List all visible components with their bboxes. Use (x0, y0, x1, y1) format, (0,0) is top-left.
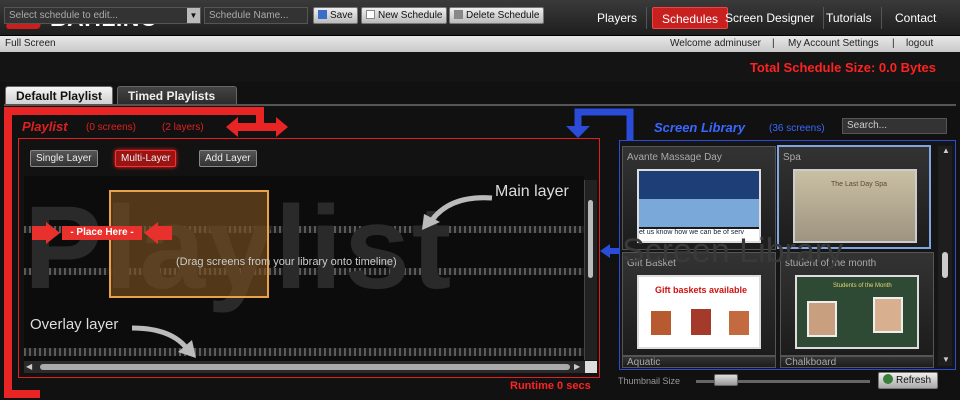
schedule-select[interactable]: Select schedule to edit... ▼ (4, 7, 201, 24)
sub-bar: Full Screen Welcome adminuser | My Accou… (0, 36, 960, 52)
delete-icon (454, 10, 463, 19)
scroll-left-icon[interactable]: ◀ (26, 362, 36, 372)
thumbnail-size-label: Thumbnail Size (618, 376, 681, 386)
scroll-up-icon[interactable]: ▲ (942, 146, 950, 155)
main-layer-label: Main layer (495, 183, 569, 200)
library-watermark: Screen Library (622, 232, 844, 270)
chevron-down-icon[interactable]: ▼ (187, 8, 200, 23)
scroll-corner (585, 361, 597, 373)
new-schedule-label: New Schedule (378, 10, 443, 21)
delete-schedule-button[interactable]: Delete Schedule (449, 7, 545, 24)
main-layer-arrow-icon (422, 195, 493, 230)
gift-basket-image (729, 311, 749, 335)
timeline-vertical-scroll-thumb[interactable] (588, 200, 593, 278)
playlist-layer-count: (2 layers) (162, 122, 204, 133)
student-photo (807, 301, 837, 337)
schedule-name-input[interactable]: Schedule Name... (204, 7, 308, 24)
card-title: Spa (783, 152, 801, 163)
refresh-button[interactable]: Refresh (878, 372, 939, 389)
card-title: Avante Massage Day (627, 152, 722, 163)
thumbnail-size-slider-knob[interactable] (714, 374, 738, 386)
thumbnail-caption: Gift baskets available (655, 285, 748, 295)
welcome-text: Welcome adminuser (670, 38, 761, 49)
single-layer-button[interactable]: Single Layer (30, 150, 98, 167)
place-here-marker: - Place Here - (62, 226, 142, 240)
runtime-label: Runtime 0 secs (510, 380, 591, 392)
playlist-screen-count: (0 screens) (86, 122, 137, 133)
student-photo (873, 297, 903, 333)
overlay-layer-arrow-icon (131, 325, 196, 358)
refresh-label: Refresh (896, 375, 932, 386)
library-card[interactable]: Aquatic (622, 356, 776, 368)
thumbnail-caption: The Last Day Spa (831, 181, 888, 188)
screen-library-title: Screen Library (654, 120, 746, 135)
playlist-bracket-left (4, 107, 12, 398)
save-label: Save (330, 10, 353, 21)
playlist-bracket-top (4, 107, 264, 115)
tab-timed-playlists[interactable]: Timed Playlists (117, 86, 237, 105)
playlist-title: Playlist (22, 119, 68, 134)
screen-library-count: (36 screens) (769, 123, 825, 134)
library-search-input[interactable]: Search... (842, 118, 947, 134)
library-scroll-thumb[interactable] (942, 252, 948, 278)
save-icon (318, 10, 327, 19)
new-schedule-button[interactable]: New Schedule (361, 7, 448, 24)
gift-basket-image (651, 311, 671, 335)
new-document-icon (366, 10, 375, 19)
resize-arrow-icon (226, 117, 288, 137)
nav-screen-designer[interactable]: Screen Designer (716, 7, 825, 29)
thumbnail-caption: Students of the Month (833, 283, 892, 289)
card-title: Chalkboard (785, 357, 837, 368)
logout-link[interactable]: logout (906, 38, 933, 49)
card-thumbnail: Gift baskets available (637, 275, 761, 349)
multi-layer-button[interactable]: Multi-Layer (115, 150, 177, 167)
scroll-right-icon[interactable]: ▶ (574, 362, 584, 372)
nav-players[interactable]: Players (588, 7, 648, 29)
full-screen-link[interactable]: Full Screen (5, 38, 56, 49)
drop-zone[interactable] (109, 190, 269, 298)
nav-contact[interactable]: Contact (886, 7, 945, 29)
overlay-layer-label: Overlay layer (30, 316, 119, 333)
playlist-bracket-bottom (4, 390, 40, 398)
schedule-select-placeholder: Select schedule to edit... (9, 10, 118, 21)
library-connector-arrow-icon (566, 108, 634, 140)
save-button[interactable]: Save (313, 7, 358, 24)
tab-default-playlist[interactable]: Default Playlist (5, 86, 114, 105)
total-schedule-size: Total Schedule Size: 0.0 Bytes (749, 60, 936, 75)
nav-tutorials[interactable]: Tutorials (817, 7, 882, 29)
card-thumbnail: Students of the Month (795, 275, 919, 349)
library-card[interactable]: Chalkboard (780, 356, 934, 368)
gift-basket-image (691, 309, 711, 335)
divider: | (892, 38, 895, 49)
refresh-icon (883, 374, 893, 384)
divider: | (772, 38, 775, 49)
drag-hint: (Drag screens from your library onto tim… (176, 256, 397, 268)
timeline-horizontal-scroll-thumb[interactable] (40, 364, 570, 370)
card-title: Aquatic (627, 357, 661, 368)
add-layer-button[interactable]: Add Layer (199, 150, 257, 167)
account-settings-link[interactable]: My Account Settings (788, 38, 879, 49)
scroll-down-icon[interactable]: ▼ (942, 355, 950, 364)
overlay-layer-track (24, 348, 584, 356)
delete-schedule-label: Delete Schedule (466, 10, 540, 21)
tab-divider (4, 104, 956, 106)
